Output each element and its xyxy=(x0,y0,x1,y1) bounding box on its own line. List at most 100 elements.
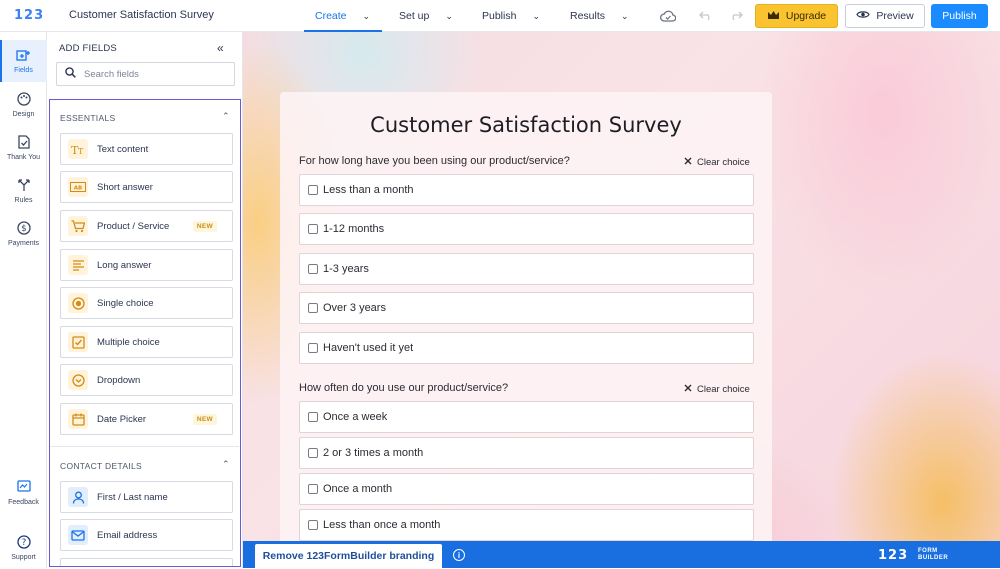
info-icon[interactable]: i xyxy=(453,549,465,561)
option-label: 1-12 months xyxy=(323,223,385,235)
chevron-down-icon: ⌄ xyxy=(362,10,371,21)
rail-label: Support xyxy=(11,554,36,561)
field-short-answer[interactable]: AB Short answer xyxy=(60,171,233,203)
checkbox[interactable] xyxy=(308,343,318,353)
checkbox[interactable] xyxy=(308,484,318,494)
chevron-down-icon: ⌄ xyxy=(445,10,453,21)
email-icon xyxy=(68,525,88,545)
section-divider xyxy=(50,446,239,447)
section-title-essentials: ESSENTIALS xyxy=(60,113,116,123)
field-email-address[interactable]: Email address xyxy=(60,519,233,551)
clear-choice-label: Clear choice xyxy=(697,157,750,168)
chevron-up-icon[interactable]: ⌃ xyxy=(222,459,230,470)
fields-list: ESSENTIALS ⌃ TT Text content AB Short an… xyxy=(49,99,241,567)
new-badge: NEW xyxy=(192,221,217,232)
rail-item-support[interactable]: ? Support xyxy=(0,527,47,569)
chevron-up-icon[interactable]: ⌃ xyxy=(222,111,230,122)
field-label: Long answer xyxy=(97,259,152,271)
dropdown-icon xyxy=(68,370,88,390)
checkbox[interactable] xyxy=(308,520,318,530)
bottom-bar: Remove 123FormBuilder branding i 123 FOR… xyxy=(243,541,1000,568)
preview-button[interactable]: Preview xyxy=(845,4,925,28)
cloud-icon[interactable] xyxy=(660,8,676,24)
rail-label: Feedback xyxy=(8,499,39,506)
publish-button[interactable]: Publish xyxy=(931,4,988,28)
rail-label: Payments xyxy=(7,240,40,247)
clear-choice-label: Clear choice xyxy=(697,384,750,395)
feedback-icon xyxy=(16,480,31,499)
checkbox[interactable] xyxy=(308,303,318,313)
choice-option[interactable]: Less than once a month xyxy=(299,509,754,541)
footer-logo-line: FORM xyxy=(918,548,938,554)
rail-label: Design xyxy=(12,111,35,118)
survey-title[interactable]: Customer Satisfaction Survey xyxy=(280,113,772,137)
field-label: Multiple choice xyxy=(97,336,160,348)
clear-choice-button[interactable]: Clear choice xyxy=(684,157,750,168)
top-bar: 123 Customer Satisfaction Survey Create … xyxy=(0,0,1000,32)
field-dropdown[interactable]: Dropdown xyxy=(60,364,233,396)
checkbox[interactable] xyxy=(308,448,318,458)
tab-results[interactable]: Results ⌄ xyxy=(570,0,629,32)
checkbox[interactable] xyxy=(308,412,318,422)
choice-option[interactable]: Over 3 years xyxy=(299,292,754,324)
checkbox[interactable] xyxy=(308,224,318,234)
svg-text:T: T xyxy=(78,147,84,155)
left-rail: Fields Design Thank You Rules $ Payments… xyxy=(0,32,47,568)
redo-icon[interactable] xyxy=(728,8,744,24)
long-answer-icon xyxy=(68,255,88,275)
field-label: Date Picker xyxy=(97,413,147,425)
field-text-content[interactable]: TT Text content xyxy=(60,133,233,165)
tab-label: Set up xyxy=(399,10,430,22)
fields-icon xyxy=(16,49,31,67)
field-label: Single choice xyxy=(97,297,154,309)
choice-option[interactable]: Once a week xyxy=(299,401,754,433)
field-multiple-choice[interactable]: Multiple choice xyxy=(60,326,233,358)
field-date-picker[interactable]: Date Picker NEW xyxy=(60,403,233,435)
field-first-last-name[interactable]: First / Last name xyxy=(60,481,233,513)
rail-label: Thank You xyxy=(6,154,41,161)
dollar-icon: $ xyxy=(16,221,31,240)
rail-item-feedback[interactable]: Feedback xyxy=(0,472,47,514)
field-single-choice[interactable]: Single choice xyxy=(60,287,233,319)
undo-icon[interactable] xyxy=(698,8,714,24)
choice-option[interactable]: 1-12 months xyxy=(299,213,754,245)
tab-publish[interactable]: Publish ⌄ xyxy=(482,0,540,32)
rail-item-rules[interactable]: Rules xyxy=(0,170,47,212)
upgrade-button[interactable]: Upgrade xyxy=(755,4,838,28)
question-label[interactable]: For how long have you been using our pro… xyxy=(299,155,570,167)
choice-option[interactable]: 1-3 years xyxy=(299,253,754,285)
chevron-down-icon: ⌄ xyxy=(621,10,629,21)
search-input[interactable] xyxy=(84,68,224,80)
search-box xyxy=(56,62,235,86)
field-product-service[interactable]: Product / Service NEW xyxy=(60,210,233,242)
rail-item-fields[interactable]: Fields xyxy=(0,40,47,82)
rail-item-thank-you[interactable]: Thank You xyxy=(0,127,47,169)
collapse-panel-icon[interactable]: « xyxy=(217,41,224,55)
tab-create[interactable]: Create ⌄ xyxy=(303,0,383,32)
field-label: First / Last name xyxy=(97,491,168,503)
form-title[interactable]: Customer Satisfaction Survey xyxy=(69,9,214,21)
checkbox[interactable] xyxy=(308,185,318,195)
rail-item-payments[interactable]: $ Payments xyxy=(0,213,47,255)
choice-option[interactable]: 2 or 3 times a month xyxy=(299,437,754,469)
option-label: Once a week xyxy=(323,411,388,423)
field-long-answer[interactable]: Long answer xyxy=(60,249,233,281)
choice-option[interactable]: Less than a month xyxy=(299,174,754,206)
choice-option[interactable]: Haven't used it yet xyxy=(299,332,754,364)
question-label[interactable]: How often do you use our product/service… xyxy=(299,382,508,394)
eye-icon xyxy=(856,10,871,22)
rules-icon xyxy=(17,178,31,197)
choice-option[interactable]: Once a month xyxy=(299,473,754,505)
checkbox[interactable] xyxy=(308,264,318,274)
checkbox-icon xyxy=(68,332,88,352)
field-partial[interactable] xyxy=(60,558,233,566)
clear-choice-button[interactable]: Clear choice xyxy=(684,384,750,395)
tab-setup[interactable]: Set up ⌄ xyxy=(399,0,453,32)
app-logo[interactable]: 123 xyxy=(14,8,44,23)
option-label: Over 3 years xyxy=(323,302,386,314)
rail-label: Rules xyxy=(14,197,33,204)
form-card: Customer Satisfaction Survey For how lon… xyxy=(280,92,772,541)
remove-branding-button[interactable]: Remove 123FormBuilder branding xyxy=(255,544,442,568)
rail-item-design[interactable]: Design xyxy=(0,84,47,126)
option-label: 1-3 years xyxy=(323,263,369,275)
